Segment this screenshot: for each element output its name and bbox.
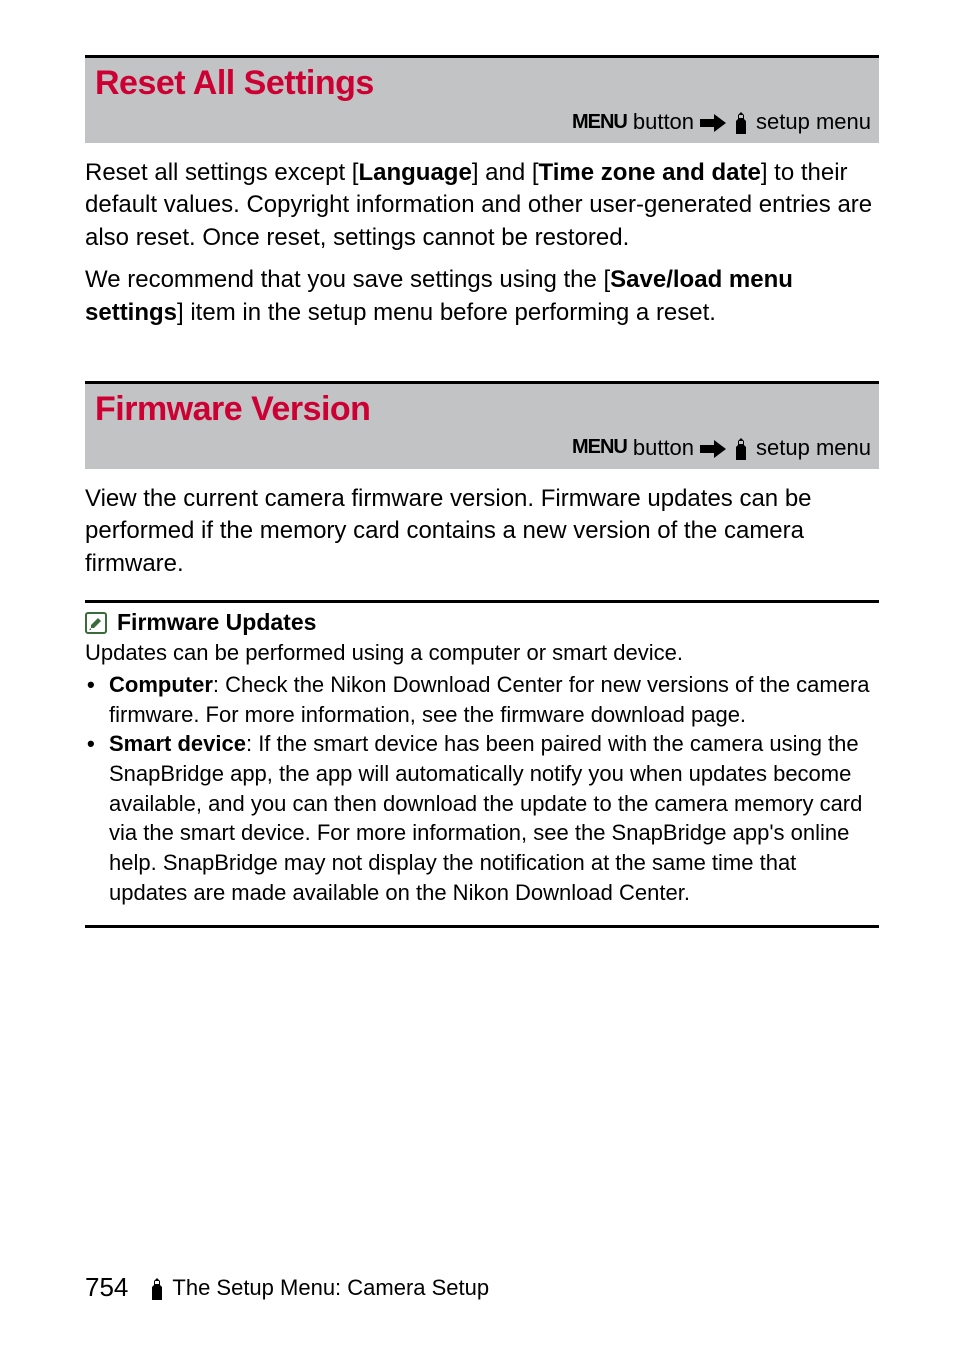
page-number: 754 [85,1272,128,1303]
menu-label: MENU [572,111,627,134]
wrench-icon [148,1274,166,1300]
section-reset-all: Reset All Settings MENU button setup men… [85,55,879,329]
tip-list: Computer: Check the Nikon Download Cente… [85,670,879,908]
wrench-icon [732,435,750,461]
list-item: Computer: Check the Nikon Download Cente… [85,670,879,729]
page-footer: 754 The Setup Menu: Camera Setup [85,1272,489,1303]
paragraph-reset-desc: Reset all settings except [Language] and… [85,157,879,254]
tip-title: Firmware Updates [117,609,316,636]
arrow-right-icon [700,435,726,461]
pencil-icon [85,612,107,634]
section-title: Reset All Settings [95,64,869,103]
tip-header: Firmware Updates [85,603,879,636]
breadcrumb-suffix: setup menu [756,435,871,461]
breadcrumb-path: MENU button setup menu [85,433,879,469]
divider-line [85,925,879,928]
breadcrumb-path: MENU button setup menu [85,107,879,143]
footer-label: The Setup Menu: Camera Setup [148,1274,489,1300]
paragraph-firmware-desc: View the current camera firmware version… [85,483,879,580]
paragraph-reset-recommend: We recommend that you save settings usin… [85,264,879,329]
section-title: Firmware Version [95,390,869,429]
breadcrumb-button-word: button [633,435,694,461]
section-header-bar: Firmware Version [85,381,879,433]
breadcrumb-button-word: button [633,109,694,135]
menu-label: MENU [572,436,627,459]
tip-intro: Updates can be performed using a compute… [85,638,879,668]
breadcrumb-suffix: setup menu [756,109,871,135]
arrow-right-icon [700,109,726,135]
section-header-bar: Reset All Settings [85,55,879,107]
list-item: Smart device: If the smart device has be… [85,729,879,907]
section-firmware: Firmware Version MENU button setup menu … [85,381,879,928]
wrench-icon [732,109,750,135]
